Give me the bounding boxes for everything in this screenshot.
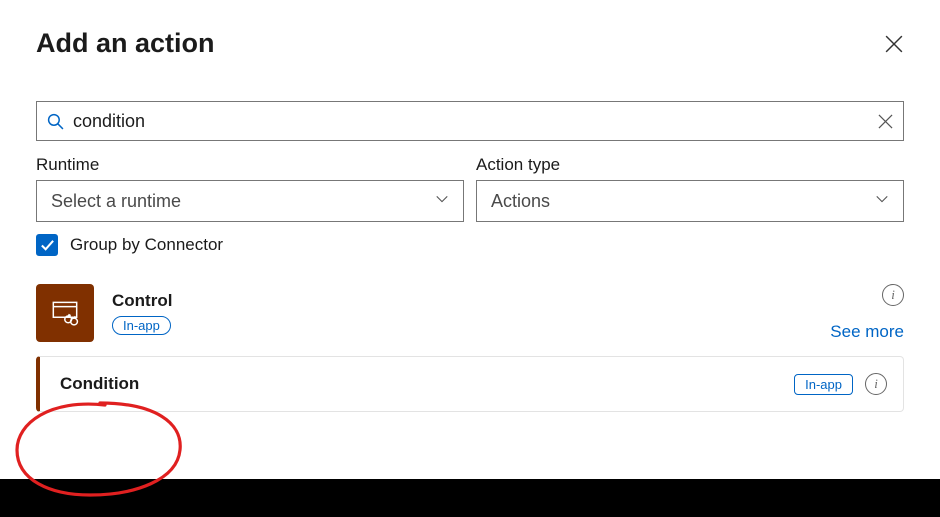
chevron-down-icon — [435, 192, 449, 211]
search-input-container[interactable] — [36, 101, 904, 141]
action-type-label: Action type — [476, 155, 904, 175]
group-by-connector-label: Group by Connector — [70, 235, 223, 255]
runtime-selected: Select a runtime — [51, 191, 181, 212]
info-icon[interactable]: i — [865, 373, 887, 395]
panel-header: Add an action — [36, 28, 904, 59]
action-type-dropdown[interactable]: Actions — [476, 180, 904, 222]
connector-badge: In-app — [112, 316, 171, 335]
connector-info: Control In-app — [112, 291, 172, 335]
action-item-condition[interactable]: Condition In-app i — [36, 356, 904, 412]
runtime-dropdown[interactable]: Select a runtime — [36, 180, 464, 222]
action-type-filter: Action type Actions — [476, 155, 904, 222]
runtime-label: Runtime — [36, 155, 464, 175]
action-name: Condition — [60, 374, 139, 394]
filter-row: Runtime Select a runtime Action type Act… — [36, 155, 904, 222]
connector-header: Control In-app i See more — [36, 284, 904, 342]
close-icon[interactable] — [884, 34, 904, 54]
bottom-black-bar — [0, 479, 940, 517]
clear-search-icon[interactable] — [878, 114, 893, 129]
chevron-down-icon — [875, 192, 889, 211]
control-connector-icon — [36, 284, 94, 342]
group-by-connector-checkbox[interactable] — [36, 234, 58, 256]
info-icon[interactable]: i — [882, 284, 904, 306]
connector-name: Control — [112, 291, 172, 311]
panel-title: Add an action — [36, 28, 215, 59]
search-input[interactable] — [73, 111, 878, 132]
action-badge: In-app — [794, 374, 853, 395]
runtime-filter: Runtime Select a runtime — [36, 155, 464, 222]
action-type-selected: Actions — [491, 191, 550, 212]
group-by-connector-row: Group by Connector — [36, 234, 904, 256]
search-icon — [47, 113, 64, 130]
see-more-link[interactable]: See more — [830, 322, 904, 342]
